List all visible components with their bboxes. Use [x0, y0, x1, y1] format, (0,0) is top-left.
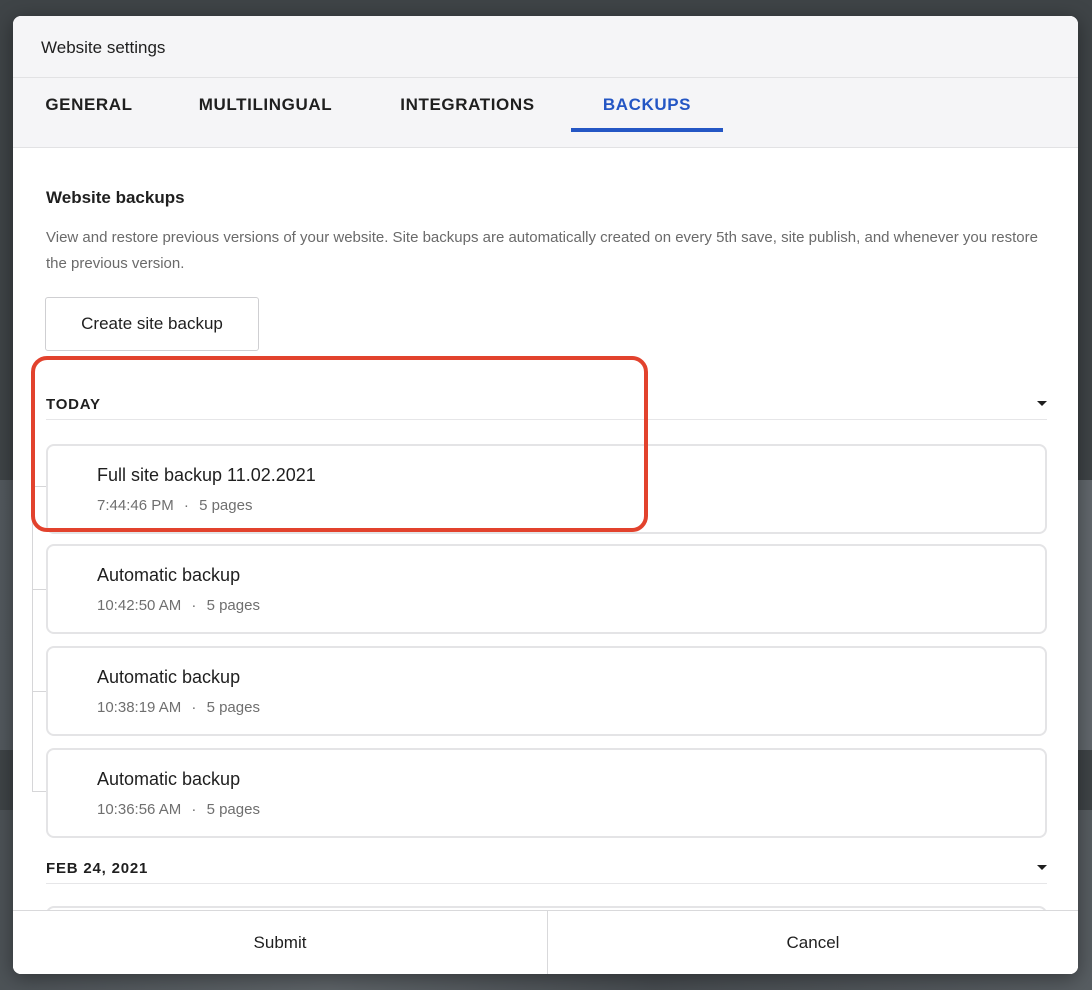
backup-item-pages: 5 pages [206, 801, 260, 818]
backup-item-title: Full site backup 11.02.2021 [97, 465, 316, 485]
active-tab-indicator [571, 128, 723, 132]
section-title: Website backups [46, 188, 185, 207]
tree-connector [32, 691, 46, 692]
backup-item-title: Automatic backup [97, 769, 241, 789]
backup-item-meta: 10:38:19 AM · 5 pages [97, 699, 260, 716]
meta-separator: · [191, 699, 197, 716]
backup-item-title: Automatic backup [97, 667, 241, 687]
caret-down-icon[interactable] [1037, 401, 1047, 406]
tree-connector [32, 791, 46, 792]
backup-item[interactable]: Automatic backup 10:38:19 AM · 5 pages [46, 646, 1047, 736]
dialog-title: Website settings [41, 38, 166, 57]
group-label: FEB 24, 2021 [46, 860, 149, 877]
cancel-button[interactable]: Cancel [548, 911, 1078, 974]
tab-integrations[interactable]: INTEGRATIONS [385, 78, 550, 148]
tree-connector [32, 589, 46, 590]
backup-item-time: 10:42:50 AM [97, 597, 182, 614]
backup-item[interactable]: Automatic backup 10:42:50 AM · 5 pages [46, 544, 1047, 634]
submit-button[interactable]: Submit [13, 911, 547, 974]
dialog-footer: Submit Cancel [13, 910, 1078, 974]
dialog-header: Website settings [13, 16, 1078, 78]
backup-item-meta: 10:36:56 AM · 5 pages [97, 801, 260, 818]
meta-separator: · [183, 497, 189, 514]
tab-multilingual[interactable]: MULTILINGUAL [183, 78, 348, 148]
group-label: TODAY [46, 396, 101, 413]
backup-item-title: Automatic backup [97, 565, 241, 585]
backup-item-time: 7:44:46 PM [97, 497, 174, 514]
meta-separator: · [191, 597, 197, 614]
backups-panel[interactable]: Website backups View and restore previou… [13, 148, 1078, 910]
meta-separator: · [191, 801, 197, 818]
caret-down-icon[interactable] [1037, 865, 1047, 870]
backup-item[interactable]: Automatic backup 10:36:56 AM · 5 pages [46, 748, 1047, 838]
backup-item-meta: 10:42:50 AM · 5 pages [97, 597, 260, 614]
tree-connector [32, 486, 46, 487]
section-description: View and restore previous versions of yo… [46, 229, 1038, 272]
backup-group-header[interactable]: FEB 24, 2021 [46, 848, 1047, 884]
backup-item-pages: 5 pages [206, 699, 260, 716]
backup-group-header[interactable]: TODAY [46, 384, 1047, 420]
tree-connector [32, 486, 33, 791]
website-settings-dialog: Website settings GENERAL MULTILINGUAL IN… [13, 16, 1078, 974]
backup-item-time: 10:36:56 AM [97, 801, 182, 818]
backup-item-pages: 5 pages [199, 497, 253, 514]
backup-item-pages: 5 pages [206, 597, 260, 614]
tab-bar: GENERAL MULTILINGUAL INTEGRATIONS BACKUP… [13, 78, 1078, 148]
create-site-backup-button[interactable]: Create site backup [45, 297, 259, 351]
tab-general[interactable]: GENERAL [33, 78, 145, 148]
backup-item-meta: 7:44:46 PM · 5 pages [97, 497, 252, 514]
backup-item[interactable]: Full site backup 11.02.2021 7:44:46 PM ·… [46, 444, 1047, 534]
backup-item-time: 10:38:19 AM [97, 699, 182, 716]
tab-backups[interactable]: BACKUPS [571, 78, 723, 148]
